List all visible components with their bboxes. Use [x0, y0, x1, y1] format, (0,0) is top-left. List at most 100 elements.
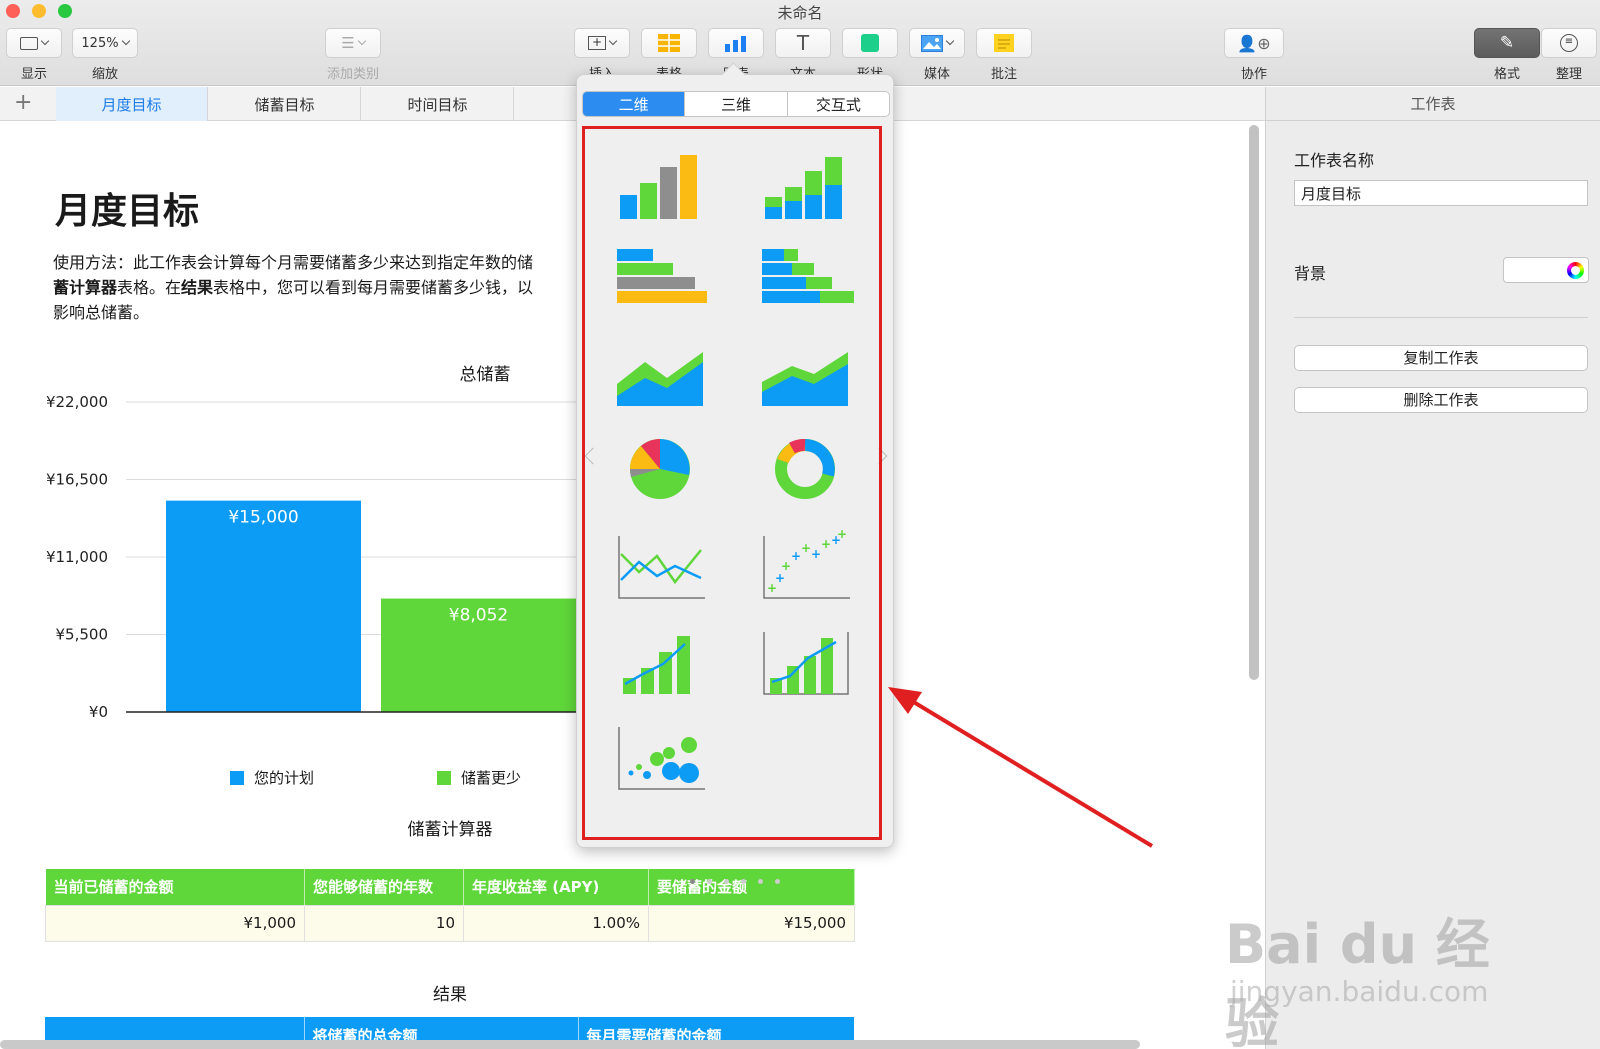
tab-savings-goal[interactable]: 储蓄目标: [209, 87, 361, 121]
stacked-bar-chart-option[interactable]: [750, 237, 860, 317]
bar-value-label: ¥15,000: [228, 508, 298, 528]
organize-icon: ≡: [1560, 34, 1578, 52]
text-icon: T: [796, 31, 810, 55]
table-icon: [658, 34, 680, 52]
page-indicator: [585, 869, 885, 888]
table-cell[interactable]: ¥1,000: [45, 904, 305, 942]
bar-chart-option[interactable]: [605, 237, 715, 317]
format-label: 格式: [1493, 67, 1520, 82]
chevron-down-icon: [608, 36, 618, 46]
media-button[interactable]: 媒体: [909, 28, 965, 82]
bubble-chart-option[interactable]: [605, 717, 715, 797]
two-axis-chart-option[interactable]: [750, 622, 860, 702]
bubble-chart-icon: [618, 727, 705, 790]
intro-text-part: 表格。在: [117, 278, 182, 297]
pie-chart-option[interactable]: [605, 429, 715, 509]
zoom-value: 125%: [81, 35, 119, 51]
page-dot[interactable]: [758, 879, 763, 884]
sheet-name-input[interactable]: [1294, 180, 1588, 206]
organize-label: 整理: [1555, 67, 1582, 82]
legend-label: 您的计划: [254, 769, 315, 787]
page-dot[interactable]: [775, 879, 780, 884]
tab-time-goal[interactable]: 时间目标: [362, 87, 514, 121]
table-cell[interactable]: 10: [304, 904, 464, 942]
stacked-area-chart-option[interactable]: [750, 334, 860, 414]
add-category-button[interactable]: ☰ 添加类别: [325, 28, 381, 82]
page-title: 月度目标: [55, 191, 200, 232]
comment-button[interactable]: 批注: [976, 28, 1032, 82]
chevron-down-icon: [357, 36, 366, 46]
page-dot[interactable]: [690, 879, 695, 884]
column-chart-icon: [620, 155, 697, 219]
zoom-menu[interactable]: 125% 缩放: [72, 28, 138, 82]
chart-title: 总储蓄: [459, 365, 511, 385]
column-header[interactable]: 您能够储蓄的年数: [304, 869, 464, 905]
view-label: 显示: [20, 67, 47, 82]
chart-bar: [166, 500, 361, 712]
y-tick-label: ¥11,000: [46, 548, 108, 566]
intro-text-part: 表格中，您可以看到每月需要储蓄多少钱，以: [213, 278, 534, 297]
bar-value-label: ¥8,052: [449, 606, 508, 626]
segment-interactive[interactable]: 交互式: [788, 92, 889, 116]
svg-text:+: +: [821, 537, 831, 551]
scatter-chart-option[interactable]: + + + + + + + + +: [750, 526, 860, 606]
duplicate-sheet-button[interactable]: 复制工作表: [1294, 345, 1588, 371]
organize-button[interactable]: ≡ 整理: [1541, 28, 1597, 82]
chart-type-grid: + + + + + + + + +: [582, 126, 882, 884]
donut-chart-icon: [775, 439, 835, 499]
mixed-chart-option[interactable]: [605, 622, 715, 702]
stacked-area-chart-icon: [762, 352, 848, 406]
sheet-name-label: 工作表名称: [1294, 151, 1375, 170]
line-chart-option[interactable]: [605, 526, 715, 606]
delete-sheet-button[interactable]: 删除工作表: [1294, 387, 1588, 413]
stacked-column-chart-option[interactable]: [750, 145, 860, 225]
legend-item: 您的计划: [230, 767, 314, 788]
view-button[interactable]: 显示: [6, 28, 62, 82]
sidebar-view-icon: [20, 36, 38, 50]
legend-swatch: [437, 770, 451, 785]
format-sidebar: 工作表 工作表名称 背景 复制工作表 删除工作表: [1265, 87, 1600, 1049]
donut-chart-option[interactable]: [750, 429, 860, 509]
collaborate-icon: 👤⊕: [1237, 33, 1271, 53]
svg-text:+: +: [775, 571, 785, 585]
collaborate-button[interactable]: 👤⊕ 协作: [1224, 28, 1284, 82]
background-color-well[interactable]: [1503, 257, 1589, 283]
chevron-down-icon: [945, 36, 955, 46]
add-sheet-icon[interactable]: +: [14, 90, 32, 115]
format-button[interactable]: ✎ 格式: [1474, 28, 1540, 82]
segment-3d[interactable]: 三维: [685, 92, 788, 116]
add-category-label: 添加类别: [326, 67, 379, 82]
table-cell[interactable]: ¥15,000: [648, 904, 855, 942]
two-axis-chart-icon: [763, 632, 849, 695]
color-wheel-icon[interactable]: [1567, 262, 1584, 279]
pie-chart-icon: [629, 439, 690, 499]
area-chart-option[interactable]: [605, 334, 715, 414]
collaborate-label: 协作: [1240, 67, 1267, 82]
page-dot[interactable]: [724, 879, 729, 884]
legend-label: 储蓄更少: [461, 769, 522, 787]
horizontal-scrollbar[interactable]: [0, 1040, 1140, 1049]
vertical-scrollbar[interactable]: [1249, 125, 1259, 680]
chevron-down-icon: [121, 36, 130, 46]
chart-type-popover: 二维 三维 交互式 + + + + + + + + +: [576, 74, 894, 884]
column-chart-option[interactable]: [605, 145, 715, 225]
intro-bold-term: 蓄计算器: [53, 278, 118, 297]
window-title: 未命名: [777, 4, 823, 22]
bar-chart-icon: [617, 249, 707, 303]
savings-bar-chart[interactable]: ¥0 ¥5,500 ¥11,000 ¥16,500 ¥22,000 ¥15,000 ¥8,0…: [0, 392, 600, 812]
legend-item: 储蓄更少: [437, 767, 521, 788]
page-dot[interactable]: [741, 879, 746, 884]
scatter-chart-icon: +++++ ++ ++: [763, 527, 850, 599]
y-tick-label: ¥0: [89, 703, 108, 721]
segment-2d[interactable]: 二维: [583, 92, 686, 116]
calculator-title: 储蓄计算器: [407, 820, 493, 840]
table-cell[interactable]: 1.00%: [463, 904, 649, 942]
column-header[interactable]: 当前已储蓄的金额: [45, 869, 305, 905]
annotation-arrow: [888, 687, 1154, 848]
intro-line-2: 蓄计算器表格。在结果表格中，您可以看到每月需要储蓄多少钱，以: [53, 275, 583, 300]
tab-monthly-goal[interactable]: 月度目标: [56, 87, 208, 121]
y-tick-label: ¥22,000: [46, 393, 108, 411]
stacked-column-chart-icon: [765, 157, 842, 219]
chevron-down-icon: [40, 36, 50, 46]
page-dot[interactable]: [707, 879, 712, 884]
